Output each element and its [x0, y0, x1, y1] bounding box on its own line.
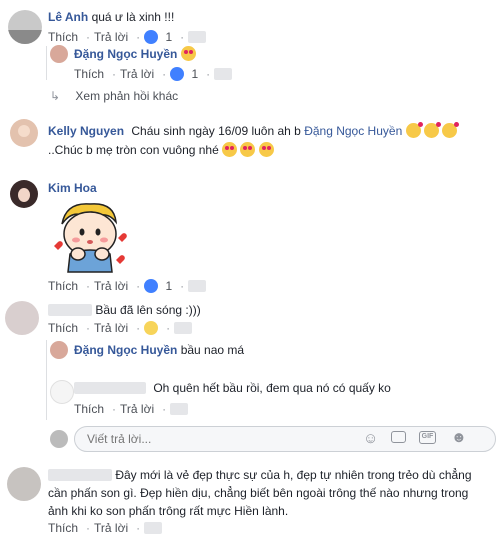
like-button[interactable]: Thích [48, 279, 78, 293]
kiss-emoji [442, 122, 460, 138]
avatar [50, 430, 68, 448]
like-button[interactable]: Thích [48, 30, 78, 44]
heart-eyes-emoji [180, 46, 196, 61]
emoji-icon[interactable]: ☺ [363, 431, 378, 446]
reply-body: Đặng Ngọc Huyền bầu nao má [74, 343, 244, 357]
wow-reaction-icon [144, 321, 159, 335]
kiss-emoji [405, 122, 423, 138]
avatar[interactable] [5, 301, 39, 335]
reaction-count[interactable]: 1 [165, 30, 172, 44]
commenter-name[interactable] [48, 469, 112, 481]
heart-eyes-emoji [222, 142, 238, 157]
commenter-name[interactable]: Kelly Nguyen [48, 124, 124, 138]
comment-text: quá ư là xinh !!! [91, 10, 175, 24]
comment-actions: Thích · Trả lời · 1 · [48, 279, 210, 293]
reply-text: Oh quên hết bầu rồi, đem qua nó có quấy … [153, 381, 391, 395]
timestamp[interactable] [188, 280, 207, 292]
timestamp[interactable] [174, 322, 193, 334]
reply-button[interactable]: Trả lời [120, 402, 154, 416]
like-reaction-icon [144, 30, 159, 44]
reply-arrow-icon: ↳ [50, 89, 61, 103]
like-reaction-icon [144, 279, 159, 293]
reaction-count[interactable]: 1 [191, 67, 198, 81]
avatar[interactable] [10, 119, 38, 147]
like-button[interactable]: Thích [48, 321, 78, 335]
avatar[interactable] [50, 380, 74, 404]
reply-button[interactable]: Trả lời [94, 30, 128, 44]
reaction-count[interactable]: 1 [165, 279, 172, 293]
timestamp[interactable] [188, 31, 207, 43]
baby-sticker-image [48, 198, 128, 274]
comment-body: Lê Anh quá ư là xinh !!! [48, 10, 174, 24]
reply-button[interactable]: Trả lời [94, 321, 128, 335]
commenter-name[interactable]: Đặng Ngọc Huyền [74, 343, 177, 357]
reply-actions: Thích · Trả lời · 1 · [74, 67, 236, 81]
comment-text-line: ảnh khi ko son phấn trông rất mực Hiền l… [48, 504, 289, 518]
like-button[interactable]: Thích [74, 402, 104, 416]
kiss-emoji [423, 122, 441, 138]
comment-text: Đây mới là vẻ đẹp thực sự của h, đẹp tự … [115, 468, 472, 482]
comment-body: Kim Hoa [48, 181, 97, 195]
comment-body: Kelly Nguyen Cháu sinh ngày 16/09 luôn a… [48, 122, 460, 138]
heart-eyes-emoji [240, 142, 256, 157]
mention-link[interactable]: Đặng Ngọc Huyền [304, 124, 402, 138]
commenter-name[interactable]: Lê Anh [48, 10, 88, 24]
comment-text: Cháu sinh ngày 16/09 luôn ah b [131, 124, 301, 138]
more-replies-link[interactable]: ↳ Xem phản hồi khác [50, 89, 182, 103]
reply-input[interactable] [85, 431, 339, 447]
timestamp[interactable] [144, 522, 163, 534]
camera-icon[interactable] [391, 431, 406, 443]
reply-input-box[interactable]: ☺ GIF ☻ [74, 426, 496, 452]
like-button[interactable]: Thích [74, 67, 104, 81]
like-reaction-icon [170, 67, 185, 81]
comment-actions: Thích · Trả lời · 1 · [48, 30, 210, 44]
reply-body: Đặng Ngọc Huyền [74, 46, 196, 61]
avatar[interactable] [7, 467, 41, 501]
heart-eyes-emoji [258, 142, 274, 157]
avatar[interactable] [8, 10, 42, 44]
timestamp[interactable] [170, 403, 189, 415]
reply-button[interactable]: Trả lời [120, 67, 154, 81]
comment-body: Bầu đã lên sóng :))) [48, 303, 201, 317]
reply-actions: Thích · Trả lời · [74, 402, 192, 416]
commenter-name[interactable]: Kim Hoa [48, 181, 97, 195]
avatar[interactable] [50, 45, 68, 63]
avatar[interactable] [10, 180, 38, 208]
commenter-name[interactable]: Đặng Ngọc Huyền [74, 47, 177, 61]
sticker-icon[interactable]: ☻ [451, 430, 467, 445]
avatar[interactable] [50, 341, 68, 359]
reply-text: bầu nao má [180, 343, 245, 357]
gif-icon[interactable]: GIF [419, 431, 436, 444]
comment-text-line: ..Chúc b mẹ tròn con vuông nhé [48, 142, 274, 157]
commenter-name[interactable] [74, 382, 146, 394]
comment-actions: Thích · Trả lời · · [48, 321, 196, 335]
comment-body: Đây mới là vẻ đẹp thực sự của h, đẹp tự … [48, 468, 472, 482]
comment-text: Bầu đã lên sóng :))) [95, 303, 201, 317]
commenter-name[interactable] [48, 304, 92, 316]
comment-text-line: cần phấn son gì. Đẹp hiền dịu, chẳng biế… [48, 486, 469, 500]
reply-body: Oh quên hết bầu rồi, đem qua nó có quấy … [74, 381, 391, 395]
timestamp[interactable] [214, 68, 233, 80]
reply-button[interactable]: Trả lời [94, 279, 128, 293]
